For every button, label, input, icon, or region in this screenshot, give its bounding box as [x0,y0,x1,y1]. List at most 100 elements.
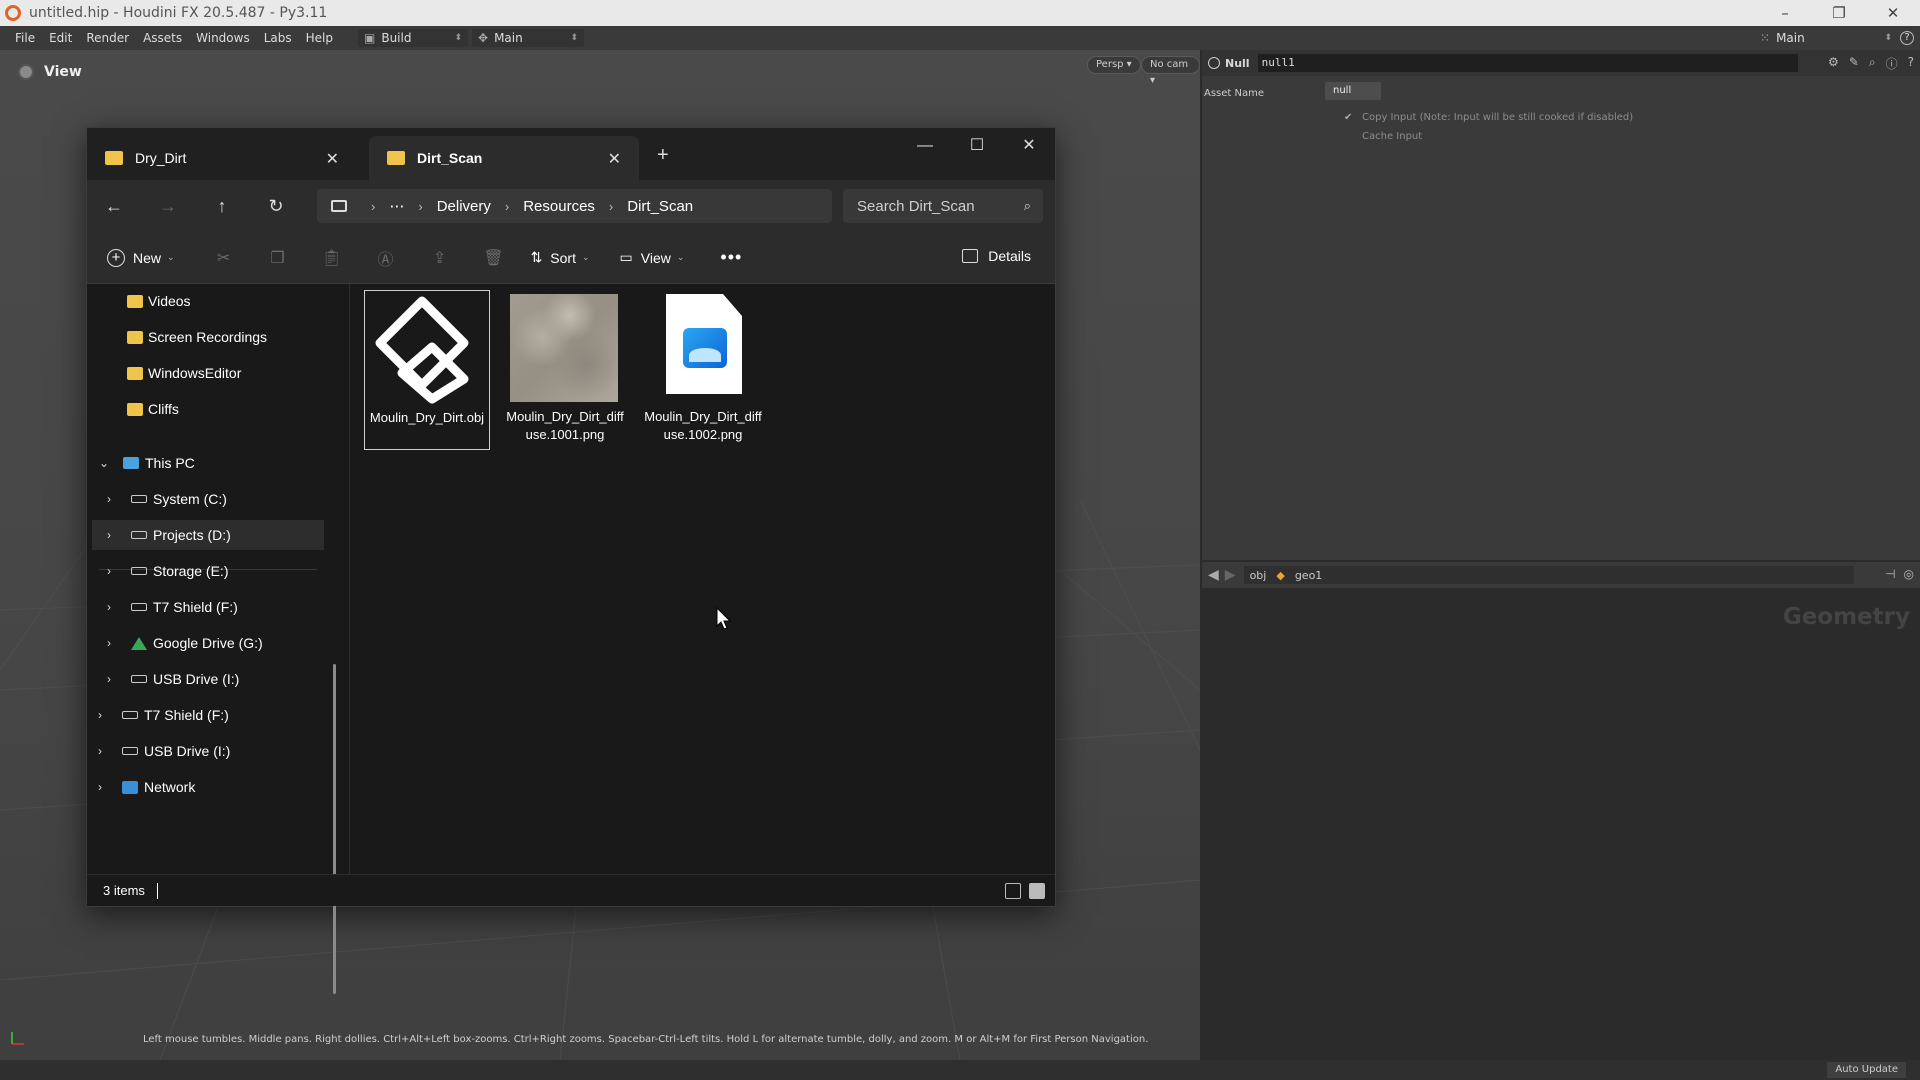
tab-dry-dirt[interactable]: Dry_Dirt ✕ [87,136,357,180]
chevron-right-icon[interactable]: › [107,672,121,686]
sort-button[interactable]: ⇅ Sort ⌄ [531,249,590,266]
sidebar-item-usb-drive-i[interactable]: › USB Drive (I:) [107,664,239,694]
delete-icon[interactable]: 🗑︎ [467,248,521,268]
sidebar-item-storage-e[interactable]: › Storage (E:) [107,556,228,586]
perspective-menu-button[interactable]: Persp ▾ [1087,56,1141,74]
close-tab-icon[interactable]: ✕ [326,149,339,169]
auto-update-button[interactable]: Auto Update [1827,1062,1906,1078]
desktop-main-select[interactable]: ✥ Main ⬍ [472,29,584,47]
viewport-title[interactable]: View [18,64,82,80]
menu-labs[interactable]: Labs [257,31,299,45]
sidebar-item-this-pc[interactable]: ⌄ This PC [99,448,195,478]
info-icon[interactable]: ⓘ [1886,55,1898,72]
file-list-area[interactable]: Moulin_Dry_Dirt.obj Moulin_Dry_Dirt_diff… [349,284,1055,874]
details-view-icon[interactable] [1005,883,1021,899]
menu-file[interactable]: File [8,31,42,45]
menu-edit[interactable]: Edit [42,31,79,45]
file-name: Moulin_Dry_Dirt.obj [369,410,485,425]
menu-windows[interactable]: Windows [189,31,257,45]
network-path[interactable]: obj ◆ geo1 [1243,566,1854,584]
sidebar-item-google-drive-g[interactable]: › Google Drive (G:) [107,628,263,658]
parameter-tools: ⚙ ✎ ⌕ ⓘ ? [1828,55,1914,72]
sidebar-item-cliffs[interactable]: Cliffs [127,394,179,424]
sidebar-scrollbar[interactable] [333,664,336,994]
rename-icon[interactable]: Ⓐ [359,246,413,270]
sidebar-item-projects-d[interactable]: › Projects (D:) [92,520,324,550]
path-obj[interactable]: obj [1250,569,1267,582]
chevron-updown-icon: ⬍ [1884,33,1892,43]
help-icon[interactable]: ? [1908,55,1914,72]
sidebar-item-usb-drive-i-root[interactable]: › USB Drive (I:) [98,736,230,766]
forward-arrow-icon[interactable]: ▶ [1225,567,1236,583]
chevron-right-icon[interactable]: › [98,744,112,758]
new-tab-plus-icon[interactable]: + [657,144,669,167]
chevron-right-icon[interactable]: › [107,528,121,542]
back-arrow-icon[interactable]: ◀ [1208,567,1219,583]
maximize-icon[interactable]: ☐ [951,128,1003,164]
camera-menu-button[interactable]: No cam ▾ [1141,56,1200,86]
forward-arrow-icon[interactable]: → [141,196,195,217]
file-item-png-1002[interactable]: Moulin_Dry_Dirt_diffuse.1002.png [640,290,766,450]
sidebar-item-t7-shield-f[interactable]: › T7 Shield (F:) [107,592,238,622]
close-icon[interactable]: ✕ [1866,0,1920,26]
paste-icon[interactable]: 📋︎ [305,248,359,268]
sidebar-item-system-c[interactable]: › System (C:) [107,484,227,514]
asset-name-field[interactable]: null [1325,82,1381,100]
menu-help[interactable]: Help [299,31,340,45]
new-button[interactable]: + New ⌄ [107,248,175,267]
copy-icon[interactable]: ❐ [251,248,305,268]
sidebar-item-screen-recordings[interactable]: Screen Recordings [127,322,267,352]
cut-icon[interactable]: ✂ [197,248,251,268]
sidebar-item-videos[interactable]: Videos [127,286,191,316]
search-box[interactable]: Search Dirt_Scan ⌕ [843,189,1043,223]
restore-icon[interactable]: ❐ [1812,0,1866,26]
chevron-right-icon[interactable]: › [107,492,121,506]
brush-icon[interactable]: ✎ [1849,55,1859,72]
file-item-png-1001[interactable]: Moulin_Dry_Dirt_diffuse.1001.png [502,290,628,450]
search-icon[interactable]: ⌕ [1869,55,1876,72]
link-icon[interactable]: ◎ [1904,567,1914,581]
chevron-down-icon: ⌄ [676,252,685,262]
obj-file-thumbnail [372,295,482,405]
desktop-build-select[interactable]: ▣ Build ⬍ [358,29,468,47]
node-name-field[interactable]: null1 [1257,54,1798,72]
chevron-right-icon[interactable]: › [98,780,112,794]
refresh-icon[interactable]: ↻ [249,196,303,217]
cache-input-checkbox[interactable]: Cache Input [1344,131,1422,142]
up-arrow-icon[interactable]: ↑ [195,196,249,217]
chevron-right-icon[interactable]: › [107,564,121,578]
minimize-icon[interactable]: – [1758,0,1812,26]
breadcrumb-resources[interactable]: Resources [523,198,595,215]
large-icons-view-icon[interactable] [1029,883,1045,899]
help-icon[interactable]: ? [1900,31,1914,45]
chevron-down-icon[interactable]: ⌄ [99,456,113,470]
path-geo[interactable]: geo1 [1295,569,1322,582]
chevron-right-icon[interactable]: › [98,708,112,722]
address-bar[interactable]: › ⋯ › Delivery › Resources › Dirt_Scan [317,189,832,223]
view-button[interactable]: ▭ View ⌄ [620,249,685,266]
chevron-right-icon[interactable]: › [107,600,121,614]
menu-assets[interactable]: Assets [136,31,189,45]
network-pane[interactable]: ◀ ▶ obj ◆ geo1 ⊣ ◎ Geometry [1202,562,1920,1060]
back-arrow-icon[interactable]: ← [87,196,141,217]
minimize-icon[interactable]: — [899,128,951,164]
ellipsis-icon[interactable]: ⋯ [389,197,404,215]
breadcrumb-dirt-scan[interactable]: Dirt_Scan [627,198,693,215]
file-item-obj[interactable]: Moulin_Dry_Dirt.obj [364,290,490,450]
tab-dirt-scan[interactable]: Dirt_Scan ✕ [369,136,639,180]
sidebar-item-network[interactable]: › Network [98,772,195,802]
details-button[interactable]: Details [962,248,1031,264]
right-desktop-select[interactable]: ⁙ Main ⬍ [1752,29,1892,47]
close-tab-icon[interactable]: ✕ [608,149,621,169]
sidebar-item-t7-shield-f-root[interactable]: › T7 Shield (F:) [98,700,229,730]
sidebar-item-windowseditor[interactable]: WindowsEditor [127,358,241,388]
more-options-icon[interactable]: ••• [720,247,742,268]
close-icon[interactable]: ✕ [1003,128,1055,164]
chevron-right-icon[interactable]: › [107,636,121,650]
share-icon[interactable]: ⇪ [413,248,467,268]
pin-icon[interactable]: ⊣ [1885,567,1895,581]
breadcrumb-delivery[interactable]: Delivery [437,198,491,215]
menu-render[interactable]: Render [79,31,136,45]
gear-icon[interactable]: ⚙ [1828,55,1839,72]
copy-input-checkbox[interactable]: ✔ Copy Input (Note: Input will be still … [1344,112,1633,123]
